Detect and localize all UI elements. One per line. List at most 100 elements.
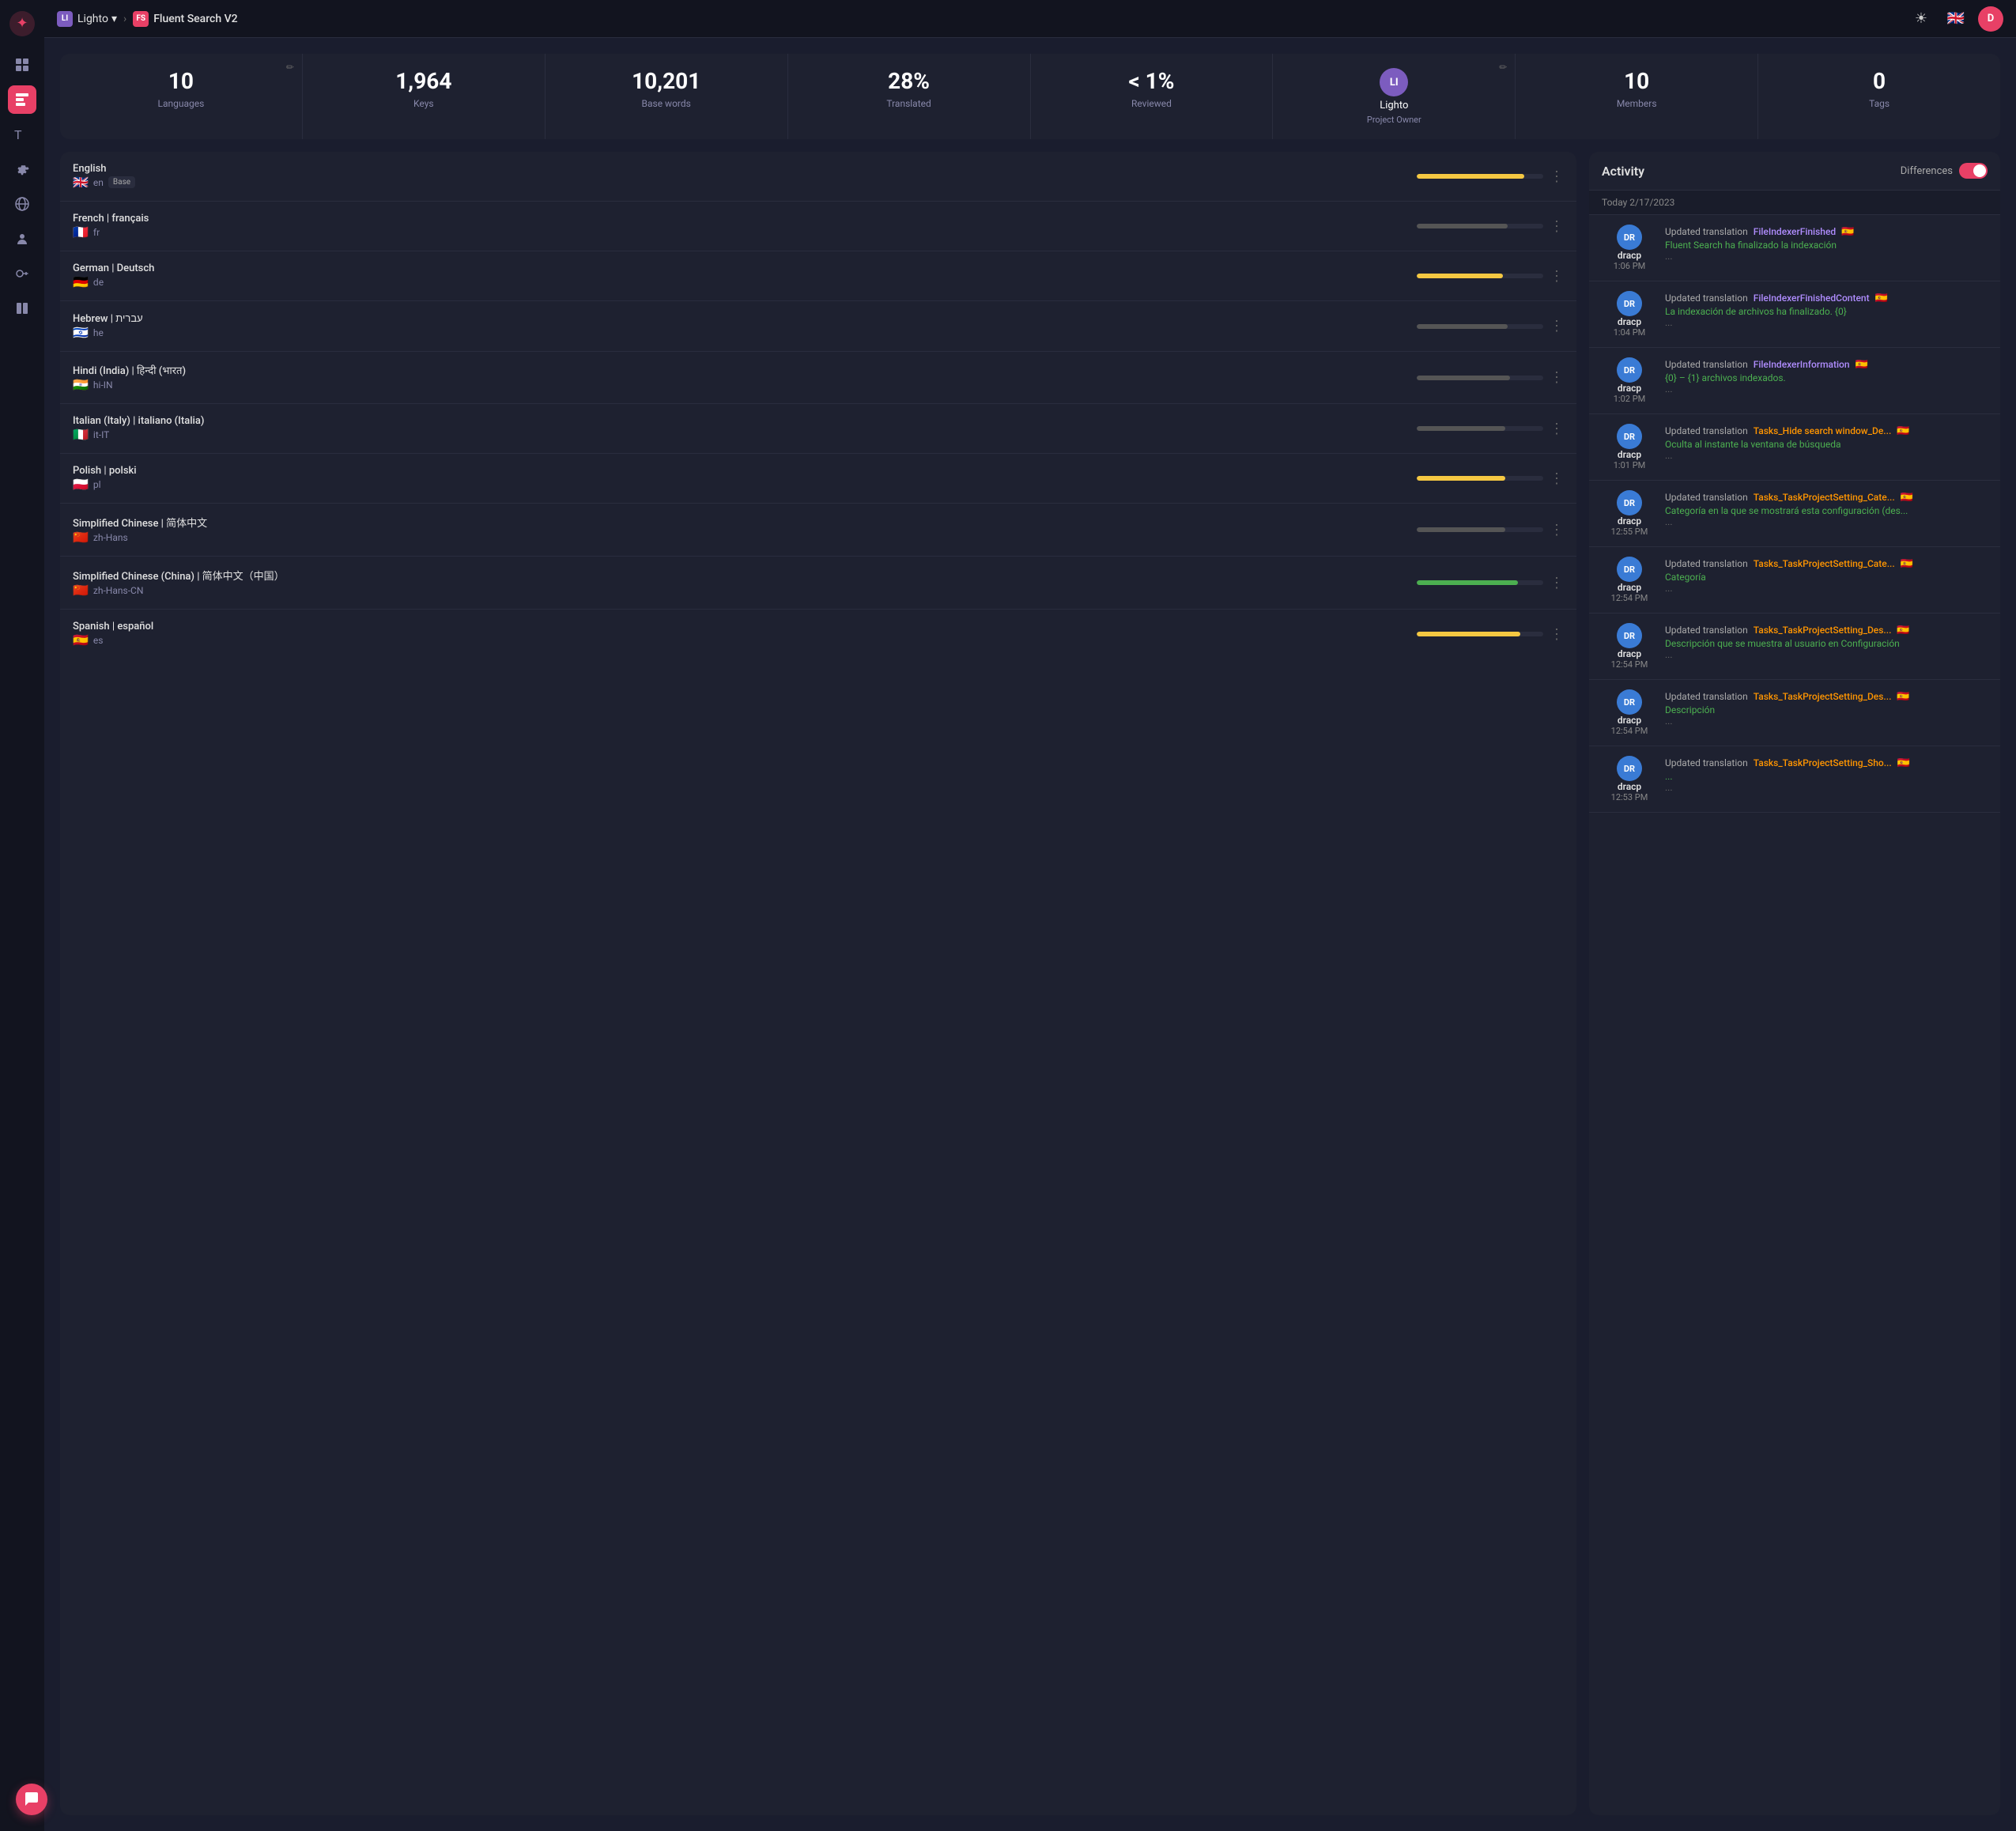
activity-avatar-0: DR — [1617, 225, 1642, 250]
lang-bar-fill-8 — [1417, 580, 1518, 585]
flag-es-0: 🇪🇸 — [1841, 226, 1854, 238]
activity-key-4[interactable]: Tasks_TaskProjectSetting_Cate... — [1750, 491, 1898, 504]
language-flag-icon[interactable]: 🇬🇧 — [1943, 6, 1969, 32]
activity-title: Activity — [1602, 164, 1644, 179]
lang-info-7: Simplified Chinese | 简体中文 🇨🇳 zh-Hans — [73, 515, 207, 545]
lang-bar-wrap-4 — [1417, 376, 1543, 380]
breadcrumb-org[interactable]: LI Lighto ▾ — [57, 11, 117, 27]
reviewed-label: Reviewed — [1044, 98, 1260, 109]
activity-body-5: Updated translation Tasks_TaskProjectSet… — [1665, 557, 1988, 603]
activity-key-6[interactable]: Tasks_TaskProjectSetting_Des... — [1750, 624, 1895, 636]
activity-user-col-2: DR dracp 1:02 PM — [1602, 357, 1657, 404]
flag-icon-8: 🇨🇳 — [73, 583, 89, 598]
lang-bar-container-9: ⋮ — [153, 626, 1564, 643]
org-dropdown[interactable]: Lighto ▾ — [77, 13, 117, 25]
toggle-knob — [1973, 164, 1986, 177]
activity-username-7: dracp — [1618, 715, 1641, 726]
sidebar-item-dashboard[interactable] — [8, 51, 36, 79]
activity-avatar-2: DR — [1617, 357, 1642, 383]
org-badge: LI — [57, 11, 73, 27]
activity-user-col-0: DR dracp 1:06 PM — [1602, 225, 1657, 271]
sidebar-item-translations[interactable] — [8, 85, 36, 114]
sidebar-item-import-export[interactable] — [8, 294, 36, 323]
owner-edit-icon[interactable]: ✏ — [1499, 62, 1507, 73]
more-menu-icon-9[interactable]: ⋮ — [1550, 626, 1564, 643]
more-menu-icon-7[interactable]: ⋮ — [1550, 522, 1564, 538]
stat-owner: ✏ LI Lighto Project Owner — [1273, 54, 1516, 139]
activity-key-1[interactable]: FileIndexerFinishedContent — [1750, 292, 1873, 304]
lang-name-2: German | Deutsch 🇩🇪 de — [73, 262, 154, 289]
activity-key-0[interactable]: FileIndexerFinished — [1750, 225, 1839, 238]
chat-bubble[interactable] — [16, 1784, 47, 1815]
activity-action-0: Updated translation FileIndexerFinished … — [1665, 226, 1988, 238]
lang-info-1: French | français 🇫🇷 fr — [73, 213, 149, 240]
lang-bar-container-8: ⋮ — [285, 575, 1564, 591]
activity-item: DR dracp 1:04 PM Updated translation Fil… — [1589, 281, 2000, 348]
activity-key-3[interactable]: Tasks_Hide search window_De... — [1750, 425, 1895, 437]
lang-header-3: Hebrew | עברית 🇮🇱 he ⋮ — [73, 312, 1564, 340]
flag-es-7: 🇪🇸 — [1897, 691, 1909, 703]
activity-key-8[interactable]: Tasks_TaskProjectSetting_Sho... — [1750, 757, 1895, 769]
activity-body-6: Updated translation Tasks_TaskProjectSet… — [1665, 623, 1988, 670]
owner-role: Project Owner — [1367, 115, 1421, 125]
activity-avatar-7: DR — [1617, 689, 1642, 715]
sidebar-item-language-tools[interactable]: T — [8, 120, 36, 149]
differences-switch[interactable] — [1959, 163, 1988, 179]
flag-es-6: 🇪🇸 — [1897, 625, 1909, 636]
lang-bar-wrap-2 — [1417, 274, 1543, 278]
more-menu-icon-0[interactable]: ⋮ — [1550, 168, 1564, 185]
activity-user-col-7: DR dracp 12:54 PM — [1602, 689, 1657, 736]
edit-icon[interactable]: ✏ — [286, 62, 294, 73]
user-avatar[interactable]: D — [1978, 6, 2003, 32]
lang-code-8: zh-Hans-CN — [93, 585, 143, 596]
more-menu-icon-5[interactable]: ⋮ — [1550, 421, 1564, 437]
more-menu-icon-4[interactable]: ⋮ — [1550, 369, 1564, 386]
sidebar-item-settings[interactable] — [8, 155, 36, 183]
lang-name-1: French | français 🇫🇷 fr — [73, 213, 149, 240]
topnav-actions: ☀ 🇬🇧 D — [1908, 6, 2003, 32]
activity-value-1: La indexación de archivos ha finalizado.… — [1665, 306, 1988, 317]
activity-user-col-8: DR dracp 12:53 PM — [1602, 756, 1657, 802]
lang-bar-wrap-3 — [1417, 324, 1543, 329]
stat-members: 10 Members — [1516, 54, 1758, 139]
sidebar-item-api-keys[interactable] — [8, 259, 36, 288]
more-menu-icon-6[interactable]: ⋮ — [1550, 470, 1564, 487]
activity-time-2: 1:02 PM — [1614, 394, 1645, 404]
language-item: German | Deutsch 🇩🇪 de ⋮ — [60, 251, 1576, 301]
activity-key-2[interactable]: FileIndexerInformation — [1750, 358, 1853, 371]
activity-ellipsis-6: ... — [1665, 649, 1988, 660]
activity-item: DR dracp 12:53 PM Updated translation Ta… — [1589, 746, 2000, 813]
stat-translated: 28% Translated — [788, 54, 1031, 139]
activity-item: DR dracp 12:55 PM Updated translation Ta… — [1589, 481, 2000, 547]
more-menu-icon-3[interactable]: ⋮ — [1550, 318, 1564, 334]
translated-value: 28% — [801, 68, 1017, 95]
sidebar-item-members[interactable] — [8, 225, 36, 253]
activity-key-7[interactable]: Tasks_TaskProjectSetting_Des... — [1750, 690, 1895, 703]
keys-value: 1,964 — [315, 68, 532, 95]
lang-name-8: Simplified Chinese (China) | 简体中文（中国） 🇨🇳… — [73, 568, 285, 598]
activity-time-1: 1:04 PM — [1614, 327, 1645, 338]
activity-key-5[interactable]: Tasks_TaskProjectSetting_Cate... — [1750, 557, 1898, 570]
breadcrumb: LI Lighto ▾ › FS Fluent Search V2 — [57, 11, 238, 27]
activity-item: DR dracp 12:54 PM Updated translation Ta… — [1589, 547, 2000, 613]
lang-bar-wrap-7 — [1417, 527, 1543, 532]
more-menu-icon-8[interactable]: ⋮ — [1550, 575, 1564, 591]
differences-toggle[interactable]: Differences — [1901, 163, 1988, 179]
lang-bar-wrap-9 — [1417, 632, 1543, 636]
activity-panel: Activity Differences Today 2/17/2023 DR … — [1589, 152, 2000, 1815]
activity-body-4: Updated translation Tasks_TaskProjectSet… — [1665, 490, 1988, 537]
lang-info-9: Spanish | español 🇪🇸 es — [73, 621, 153, 647]
app-logo[interactable]: ✦ — [8, 9, 36, 38]
more-menu-icon-2[interactable]: ⋮ — [1550, 268, 1564, 285]
stat-keys: 1,964 Keys — [303, 54, 546, 139]
page-content: ✏ 10 Languages 1,964 Keys 10,201 Base wo… — [44, 38, 2016, 1831]
lang-bar-fill-9 — [1417, 632, 1520, 636]
more-menu-icon-1[interactable]: ⋮ — [1550, 218, 1564, 235]
activity-action-1: Updated translation FileIndexerFinishedC… — [1665, 293, 1988, 304]
activity-value-5: Categoría — [1665, 572, 1988, 583]
lang-code-5: it-IT — [93, 429, 109, 440]
keys-label: Keys — [315, 98, 532, 109]
theme-toggle-icon[interactable]: ☀ — [1908, 6, 1934, 32]
sidebar-item-integrations[interactable] — [8, 190, 36, 218]
activity-avatar-1: DR — [1617, 291, 1642, 316]
